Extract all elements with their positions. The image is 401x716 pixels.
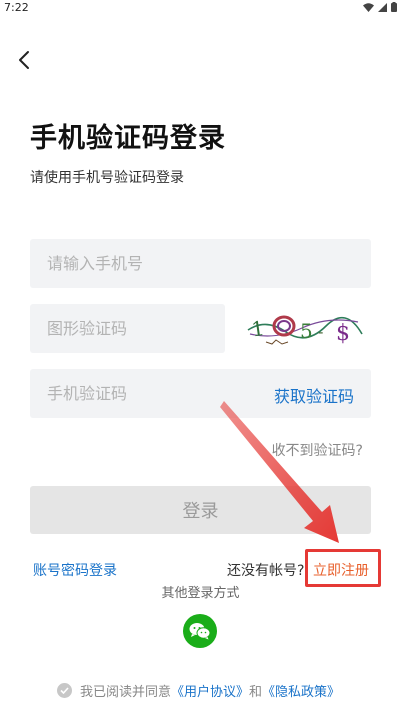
captcha-image[interactable]: 1 5 - $: [246, 304, 364, 352]
register-link[interactable]: 立即注册: [313, 560, 369, 580]
wifi-icon: [363, 2, 374, 12]
page-subtitle: 请使用手机号验证码登录: [30, 170, 184, 186]
status-icons: [363, 2, 397, 12]
user-agreement-link[interactable]: 《用户协议》: [171, 681, 249, 700]
svg-text:-: -: [318, 322, 323, 341]
other-login-label: 其他登录方式: [161, 586, 240, 601]
check-circle-icon: [60, 687, 69, 694]
signal-icon: [378, 2, 387, 12]
sms-field-container: 获取验证码: [30, 369, 371, 418]
battery-icon: [391, 2, 397, 12]
page-title: 手机验证码登录: [30, 123, 226, 154]
annotation-arrow: [220, 401, 339, 543]
wechat-login-button[interactable]: [183, 614, 217, 648]
svg-text:5: 5: [300, 319, 313, 343]
privacy-policy-link[interactable]: 《隐私政策》: [262, 681, 340, 700]
agreement-prefix: 我已阅读并同意: [80, 685, 172, 700]
wechat-icon: [189, 623, 211, 640]
password-login-link[interactable]: 账号密码登录: [33, 560, 117, 580]
login-button[interactable]: 登录: [30, 486, 371, 534]
phone-field-container: [30, 239, 371, 288]
captcha-field-container: [30, 304, 225, 353]
no-account-text: 还没有帐号?: [227, 563, 305, 579]
status-bar: 7:22: [0, 0, 401, 16]
back-button[interactable]: [10, 46, 38, 74]
chevron-left-icon: [19, 51, 29, 69]
agreement-and: 和: [249, 685, 263, 700]
phone-input[interactable]: [30, 239, 371, 288]
no-code-link[interactable]: 收不到验证码?: [272, 440, 363, 460]
get-code-button[interactable]: 获取验证码: [274, 383, 354, 407]
svg-text:$: $: [336, 321, 350, 346]
status-time: 7:22: [4, 1, 29, 14]
sms-code-input[interactable]: [30, 369, 260, 418]
agreement-row: 我已阅读并同意 《用户协议》 和 《隐私政策》: [57, 681, 340, 700]
agree-checkbox[interactable]: [57, 683, 72, 698]
captcha-input[interactable]: [30, 304, 225, 353]
